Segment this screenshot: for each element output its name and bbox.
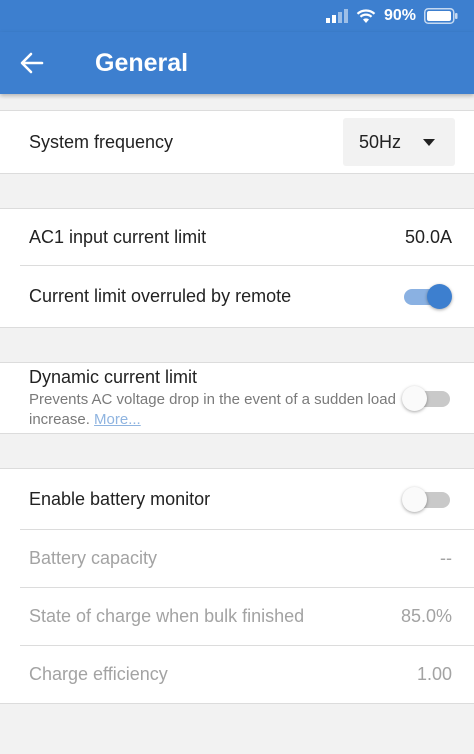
frequency-section: System frequency 50Hz [0, 110, 474, 174]
back-button[interactable] [0, 32, 64, 94]
battery-icon [424, 8, 458, 24]
wifi-icon [356, 8, 376, 24]
system-frequency-row: System frequency 50Hz [0, 111, 474, 173]
dynamic-limit-toggle[interactable] [402, 384, 452, 412]
soc-bulk-row: State of charge when bulk finished 85.0% [0, 587, 474, 645]
battery-monitor-row: Enable battery monitor [0, 469, 474, 529]
battery-capacity-label: Battery capacity [29, 547, 158, 568]
system-frequency-value: 50Hz [359, 131, 402, 152]
dynamic-limit-row: Dynamic current limit Prevents AC voltag… [0, 363, 474, 433]
battery-monitor-label: Enable battery monitor [29, 488, 211, 509]
charge-efficiency-value: 1.00 [416, 663, 452, 684]
battery-monitor-section: Enable battery monitor Battery capacity … [0, 468, 474, 704]
battery-monitor-toggle[interactable] [402, 485, 452, 513]
dynamic-limit-label: Dynamic current limit [29, 366, 198, 387]
status-bar: 90% [0, 0, 474, 32]
app-bar: General [0, 32, 474, 94]
more-link[interactable]: More... [94, 411, 141, 428]
soc-bulk-label: State of charge when bulk finished [29, 605, 305, 626]
ac1-limit-row[interactable]: AC1 input current limit 50.0A [0, 209, 474, 265]
dynamic-limit-section: Dynamic current limit Prevents AC voltag… [0, 362, 474, 434]
dynamic-limit-description: Prevents AC voltage drop in the event of… [29, 390, 399, 430]
soc-bulk-value: 85.0% [400, 605, 452, 626]
system-frequency-dropdown[interactable]: 50Hz [343, 118, 455, 166]
arrow-left-icon [20, 52, 44, 74]
caret-down-icon [423, 138, 435, 146]
overruled-label: Current limit overruled by remote [29, 285, 292, 306]
current-limit-section: AC1 input current limit 50.0A Current li… [0, 208, 474, 328]
dynamic-limit-description-text: Prevents AC voltage drop in the event of… [29, 390, 396, 428]
battery-capacity-row: Battery capacity -- [0, 529, 474, 587]
charge-efficiency-label: Charge efficiency [29, 663, 168, 684]
signal-bars-icon [325, 9, 348, 23]
battery-capacity-value: -- [440, 547, 452, 568]
battery-percent: 90% [383, 7, 416, 24]
system-frequency-label: System frequency [29, 131, 174, 152]
page-title: General [95, 48, 189, 77]
overruled-toggle[interactable] [402, 282, 452, 310]
overruled-row: Current limit overruled by remote [0, 265, 474, 327]
ac1-limit-value: 50.0A [404, 226, 452, 247]
charge-efficiency-row: Charge efficiency 1.00 [0, 645, 474, 703]
ac1-limit-label: AC1 input current limit [29, 226, 207, 247]
